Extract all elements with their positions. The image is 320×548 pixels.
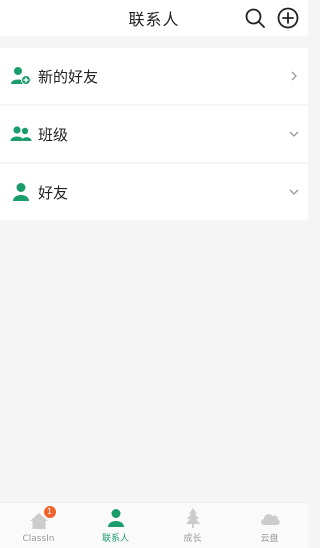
bottom-tab-bar: 1 ClassIn 联系人 成长 云盘 <box>0 502 308 548</box>
tab-cloud-label: 云盘 <box>260 534 279 544</box>
friends-row[interactable]: 好友 <box>0 164 308 220</box>
notification-badge: 1 <box>43 506 56 518</box>
new-friends-row[interactable]: 新的好友 <box>0 48 308 104</box>
new-friends-label: 新的好友 <box>38 67 99 86</box>
tab-growth[interactable]: 成长 <box>154 503 231 548</box>
tab-contacts[interactable]: 联系人 <box>77 503 154 548</box>
contact-list: 新的好友 班级 好友 <box>0 38 308 220</box>
home-icon: 1 <box>28 506 56 532</box>
top-bar: 联系人 <box>0 0 308 36</box>
add-user-icon <box>10 65 32 87</box>
friends-label: 好友 <box>38 183 69 202</box>
tab-classin-label: ClassIn <box>22 534 55 544</box>
tab-cloud[interactable]: 云盘 <box>231 503 308 548</box>
user-icon <box>10 181 32 203</box>
plus-circle-icon <box>277 7 299 29</box>
classes-row[interactable]: 班级 <box>0 106 308 162</box>
add-button[interactable] <box>276 6 300 30</box>
cloud-icon <box>259 507 281 529</box>
chevron-down-icon <box>288 128 300 140</box>
chevron-down-icon <box>288 186 300 198</box>
chevron-right-icon <box>288 70 300 82</box>
tab-contacts-label: 联系人 <box>101 534 129 544</box>
tab-growth-label: 成长 <box>183 534 202 544</box>
tree-icon <box>182 507 204 529</box>
group-icon <box>10 123 32 145</box>
tab-classin[interactable]: 1 ClassIn <box>0 503 77 548</box>
classes-label: 班级 <box>38 125 69 144</box>
search-icon <box>245 8 265 28</box>
search-button[interactable] <box>243 6 267 30</box>
user-icon <box>105 507 127 529</box>
